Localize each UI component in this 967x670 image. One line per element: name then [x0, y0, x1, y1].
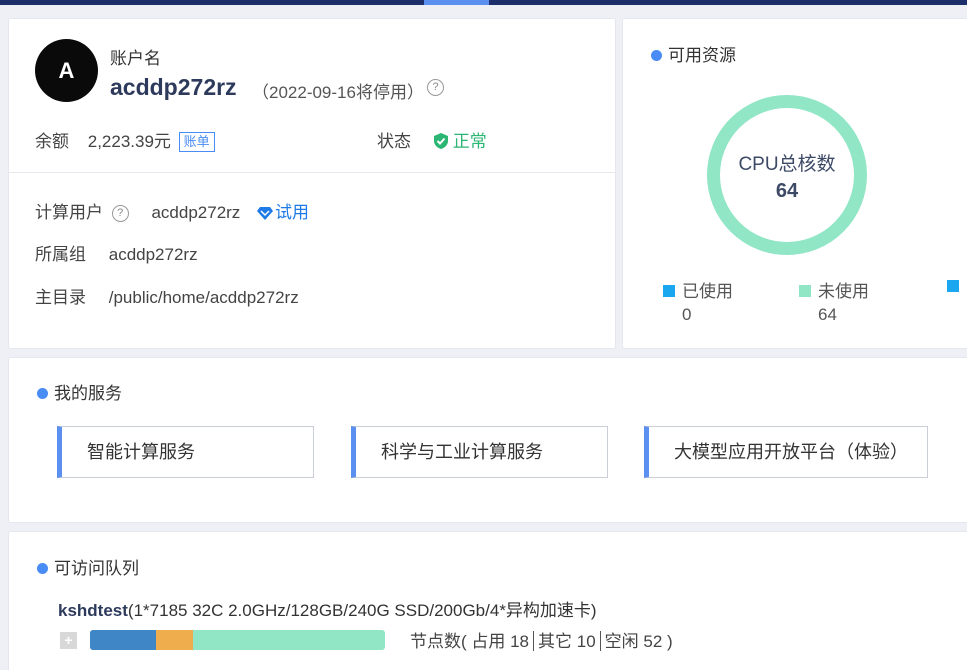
node-stats-occupied: 节点数( 占用 18 — [410, 632, 530, 651]
services-title: 我的服务 — [37, 379, 122, 404]
diamond-icon — [257, 207, 274, 220]
avatar: A — [35, 39, 98, 102]
bill-link[interactable]: 账单 — [178, 132, 215, 152]
legend-unused: 未使用 64 — [799, 277, 869, 325]
donut-value: 64 — [775, 180, 799, 202]
status-value-wrap: 正常 — [432, 132, 487, 151]
queue-name: kshdtest — [58, 601, 128, 620]
queue-item: kshdtest(1*7185 32C 2.0GHz/128GB/240G SS… — [58, 596, 597, 621]
queues-card: 可访问队列 kshdtest(1*7185 32C 2.0GHz/128GB/2… — [8, 531, 967, 670]
status-label: 状态 — [377, 132, 411, 151]
resources-title-text: 可用资源 — [668, 46, 736, 65]
legend-unused-label: 未使用 — [818, 282, 869, 301]
queues-title: 可访问队列 — [37, 554, 139, 579]
group-row: 所属组 acddp272rz — [35, 240, 198, 265]
services-title-text: 我的服务 — [54, 384, 122, 403]
compute-user-row: 计算用户 ? acddp272rz 试用 — [35, 198, 309, 223]
account-name: acddp272rz — [110, 74, 237, 100]
help-icon[interactable]: ? — [427, 79, 444, 96]
bullet-dot-icon — [37, 388, 48, 399]
trial-badge[interactable]: 试用 — [275, 203, 309, 222]
bullet-dot-icon — [37, 563, 48, 574]
status-value: 正常 — [452, 132, 487, 151]
balance-label: 余额 — [35, 132, 69, 151]
home-dir-value: /public/home/acddp272rz — [108, 288, 299, 307]
expire-note: （2022-09-16将停用） — [252, 83, 424, 102]
service-button-sci-compute[interactable]: 科学与工业计算服务 — [351, 426, 608, 478]
legend-square-icon — [947, 280, 959, 292]
balance-row: 余额 2,223.39元 账单 — [35, 127, 215, 152]
node-stats-other: 其它 10 — [538, 632, 596, 651]
service-button-llm-platform[interactable]: 大模型应用开放平台（体验） — [644, 426, 928, 478]
home-dir-row: 主目录 /public/home/acddp272rz — [35, 283, 299, 308]
bar-segment-occupied — [90, 630, 157, 650]
service-button-ai-compute[interactable]: 智能计算服务 — [57, 426, 314, 478]
bullet-dot-icon — [651, 50, 662, 61]
divider — [599, 631, 601, 651]
legend-third — [947, 277, 966, 297]
shield-check-icon — [433, 133, 448, 149]
node-stats: 节点数( 占用 18 其它 10 空闲 52 ) — [410, 627, 673, 652]
legend-unused-value: 64 — [818, 305, 837, 324]
status-row: 状态 正常 — [377, 127, 487, 152]
legend-square-icon — [799, 285, 811, 297]
bar-segment-other — [156, 630, 194, 650]
group-label: 所属组 — [35, 245, 86, 264]
legend-used: 已使用 0 — [663, 277, 733, 325]
legend-used-value: 0 — [682, 305, 692, 324]
compute-user-value: acddp272rz — [151, 203, 241, 222]
legend-square-icon — [663, 285, 675, 297]
bar-segment-idle — [193, 630, 385, 650]
services-card: 我的服务 智能计算服务 科学与工业计算服务 大模型应用开放平台（体验） — [8, 357, 967, 523]
account-name-label: 账户名 — [110, 49, 161, 68]
divider — [9, 172, 615, 173]
compute-user-label: 计算用户 — [35, 203, 103, 222]
help-icon[interactable]: ? — [111, 205, 129, 223]
donut-label: CPU总核数 — [738, 154, 836, 175]
balance-value: 2,223.39元 — [87, 132, 171, 151]
active-nav-indicator — [424, 0, 489, 5]
divider — [533, 631, 535, 651]
resources-card: 可用资源 CPU总核数 64 已使用 0 未使用 64 — [622, 18, 967, 349]
node-usage-bar — [90, 630, 385, 650]
top-nav-bar — [0, 0, 967, 5]
node-stats-idle: 空闲 52 ) — [604, 632, 673, 651]
group-value: acddp272rz — [108, 245, 198, 264]
home-dir-label: 主目录 — [35, 288, 86, 307]
queues-title-text: 可访问队列 — [54, 559, 139, 578]
queue-spec: (1*7185 32C 2.0GHz/128GB/240G SSD/200Gb/… — [127, 601, 597, 620]
resources-title: 可用资源 — [651, 41, 736, 66]
legend-used-label: 已使用 — [682, 282, 733, 301]
expand-button[interactable]: + — [60, 632, 77, 649]
account-card: A 账户名 acddp272rz （2022-09-16将停用） ? 余额 2,… — [8, 18, 616, 349]
